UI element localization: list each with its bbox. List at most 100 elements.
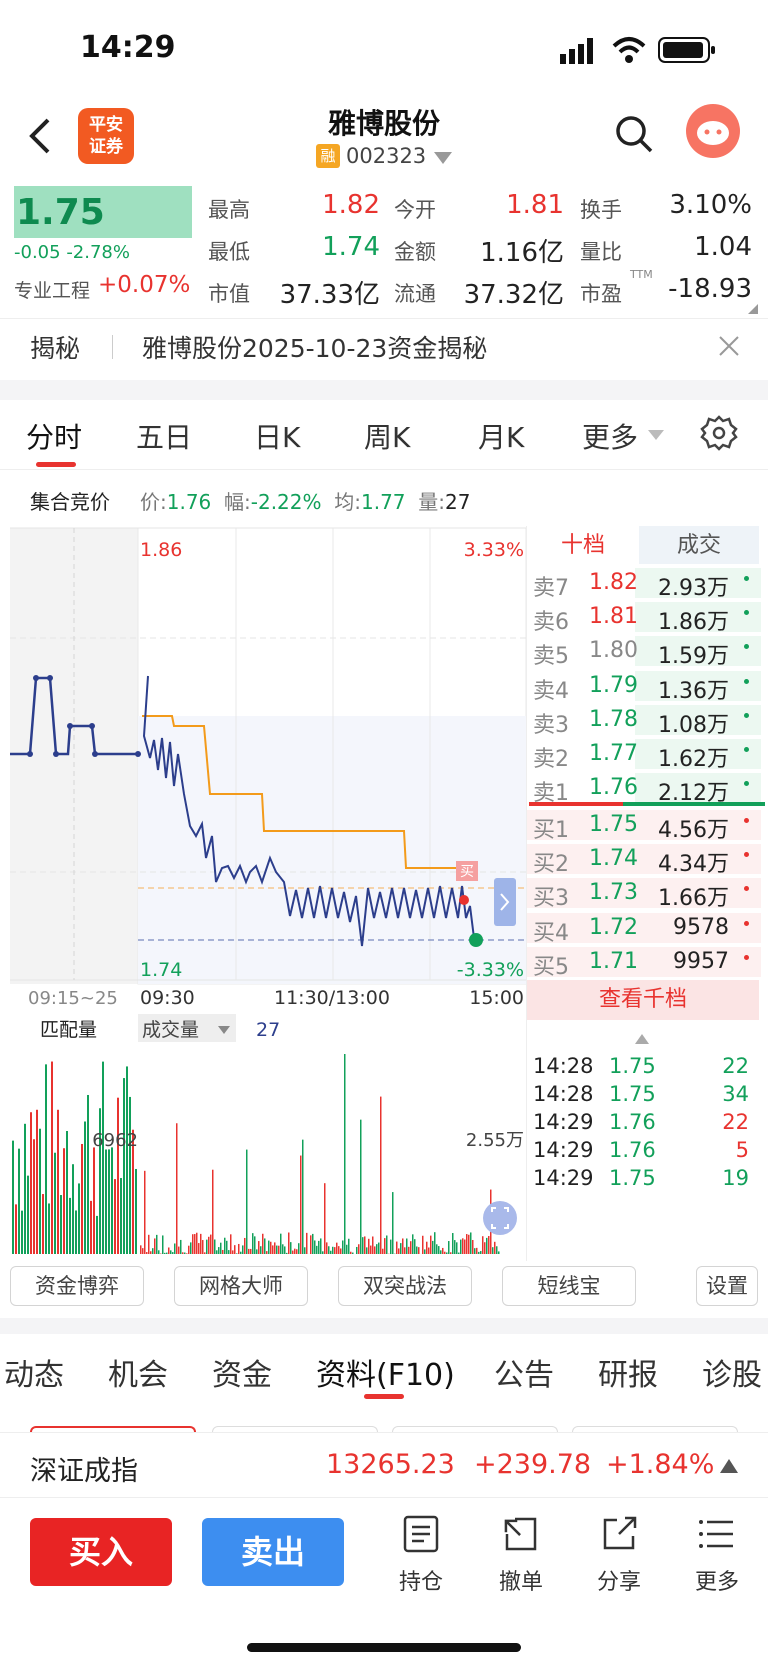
tab-announcements[interactable]: 公告 [494,1350,554,1394]
tool-short-line[interactable]: 短线宝 [502,1266,636,1306]
volume-bar [392,1192,394,1254]
tab-intraday[interactable]: 分时 [26,416,82,456]
field-label: 最低 [208,240,250,264]
active-tab-indicator [36,462,76,467]
volume-bar [472,1239,474,1254]
intraday-chart[interactable]: 买 1.86 3.33% 1.74 -3.33% 09:15~25 09:30 … [0,526,526,1261]
volume-bar [414,1239,416,1254]
ask-row[interactable]: 卖6 1.81 1.86万 [527,600,761,635]
ask-row[interactable]: 卖3 1.78 1.08万 [527,703,761,738]
volume-bar [270,1241,272,1254]
back-icon[interactable] [26,116,54,156]
settings-icon[interactable] [700,414,738,452]
tab-5day[interactable]: 五日 [136,416,192,456]
tick-list: 14:28 1.75 22 14:28 1.75 34 14:29 1.76 22 14:29 1.… [527,1054,767,1254]
volume-bar [364,1236,366,1254]
field-label: 今开 [394,198,436,222]
ask-row[interactable]: 卖7 1.82 2.93万 [527,566,761,601]
bid-row[interactable]: 买2 1.74 4.34万 [527,842,761,877]
tab-research[interactable]: 研报 [598,1350,658,1394]
volume-bar [348,1238,350,1254]
stock-title[interactable]: 雅博股份 [284,102,484,142]
tool-fund-battle[interactable]: 资金博弈 [10,1266,144,1306]
tab-opportunity[interactable]: 机会 [108,1350,168,1394]
sector-label[interactable]: 专业工程 [14,276,90,303]
bid-row[interactable]: 买4 1.72 9578 [527,911,761,946]
positions-button[interactable]: 持仓 [386,1514,456,1596]
tab-monthly-k[interactable]: 月K [478,416,524,456]
sell-button[interactable]: 卖出 [202,1518,344,1586]
volume-bar [232,1250,234,1254]
volume-bar [494,1241,496,1254]
volume-bar [326,1242,328,1254]
tab-daily-k[interactable]: 日K [254,416,300,456]
volume-bar [146,1252,148,1254]
volume-bar [216,1250,218,1254]
volume-bar [314,1240,316,1254]
insight-banner[interactable]: 揭秘 雅博股份2025-10-23资金揭秘 [0,318,768,378]
bid-row[interactable]: 买3 1.73 1.66万 [527,876,761,911]
section-gap [0,380,768,400]
index-ticker[interactable]: 深证成指 13265.23 +239.78 +1.84% [0,1432,768,1498]
assistant-avatar[interactable] [686,104,740,158]
volume-bar [93,1147,95,1254]
ask-row[interactable]: 卖1 1.76 2.12万 [527,771,761,806]
tab-levels[interactable]: 十档 [527,526,639,564]
bid-row[interactable]: 买5 1.71 9957 [527,945,761,978]
search-icon[interactable] [614,114,654,154]
buy-button[interactable]: 买入 [30,1518,172,1586]
tool-settings[interactable]: 设置 [696,1266,758,1306]
index-pct: +1.84% [606,1449,715,1480]
tab-f10[interactable]: 资料(F10) [316,1350,455,1394]
cancel-order-button[interactable]: 撤单 [486,1514,556,1596]
more-button[interactable]: 更多 [682,1514,752,1596]
expand-corner-icon[interactable] [748,304,758,314]
tab-trades[interactable]: 成交 [639,526,759,564]
tab-funds[interactable]: 资金 [212,1350,272,1394]
tab-news[interactable]: 动态 [4,1350,64,1394]
stock-header: 平安 证券 雅博股份 融 002323 [0,100,768,180]
volume-bar [370,1245,372,1254]
volume-bar [105,1149,107,1254]
volume-bar [302,1139,304,1254]
volume-bar [206,1239,208,1254]
volume-bar [352,1252,354,1254]
volume-bar [408,1246,410,1254]
volume-bar [282,1244,284,1254]
close-icon[interactable] [718,335,740,357]
tool-double-break[interactable]: 双突战法 [338,1266,472,1306]
volume-bar [248,1248,250,1254]
bid-row[interactable]: 买1 1.75 4.56万 [527,808,761,843]
volume-bar [246,1149,248,1254]
tick-row: 14:29 1.76 22 [533,1110,749,1134]
banner-text[interactable]: 雅博股份2025-10-23资金揭秘 [142,329,487,365]
volume-bar [218,1247,220,1254]
ask-row[interactable]: 卖4 1.79 1.36万 [527,669,761,704]
ask-row[interactable]: 卖2 1.77 1.62万 [527,737,761,772]
share-button[interactable]: 分享 [584,1514,654,1596]
index-value: 13265.23 [326,1449,455,1480]
volume-bar [120,1178,122,1254]
chevron-down-icon[interactable] [648,430,664,442]
volume-bar [436,1244,438,1254]
volume-bar [310,1235,312,1254]
tool-grid-master[interactable]: 网格大师 [174,1266,308,1306]
volume-bar [428,1247,430,1254]
volume-bar [290,1242,292,1254]
view-all-levels-button[interactable]: 查看千档 [527,980,759,1020]
volume-bar [368,1238,370,1254]
volume-bar [278,1245,280,1254]
volume-bar [12,1140,14,1254]
tab-diagnosis[interactable]: 诊股 [702,1350,762,1394]
tab-weekly-k[interactable]: 周K [364,416,410,456]
volume-bar [154,1238,156,1254]
ask-row[interactable]: 卖5 1.80 1.59万 [527,634,761,669]
volume-bar [360,1119,362,1254]
volume-bar [480,1251,482,1254]
dropdown-icon[interactable] [434,152,452,164]
volume-bar [180,1239,182,1254]
chart-tabs: 分时 五日 日K 周K 月K 更多 [0,400,768,470]
volume-bar [260,1246,262,1254]
caret-up-icon[interactable] [720,1459,738,1473]
tab-more[interactable]: 更多 [582,416,638,456]
